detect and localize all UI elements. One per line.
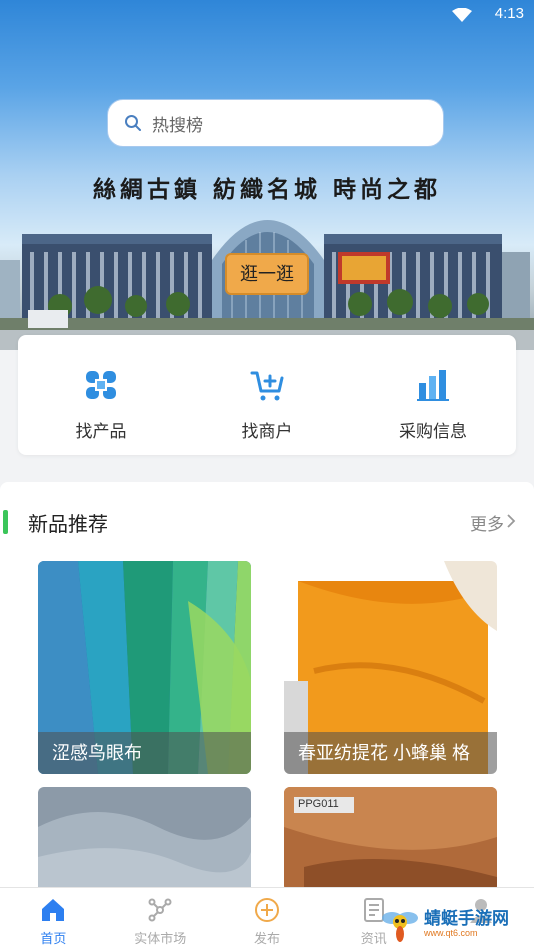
tab-publish[interactable]: 发布: [214, 888, 321, 949]
search-placeholder: 热搜榜: [152, 115, 203, 135]
tab-publish-label: 发布: [253, 931, 280, 946]
nav-find-products-label: 找产品: [75, 422, 127, 441]
hero-banner[interactable]: 4:13 热搜榜 絲綢古鎮 紡織名城 時尚之都 逛一逛: [0, 0, 534, 350]
product-card[interactable]: 涩感鸟眼布: [38, 561, 251, 774]
nav-find-merchants-label: 找商户: [241, 422, 293, 441]
nav-find-products[interactable]: 找产品: [18, 335, 184, 455]
wifi-icon: [452, 8, 472, 22]
tab-home[interactable]: 首页: [0, 888, 107, 949]
watermark-title: 蜻蜓手游网: [424, 909, 509, 928]
watermark-url: www.qt6.com: [424, 928, 478, 938]
status-bar: 4:13: [0, 0, 534, 30]
tab-market[interactable]: 实体市场: [107, 888, 214, 949]
banner-slogan: 絲綢古鎮 紡織名城 時尚之都: [92, 176, 441, 203]
nav-purchase-info-label: 采购信息: [399, 422, 467, 441]
search-icon: [125, 115, 141, 131]
status-time: 4:13: [494, 5, 524, 22]
product-card[interactable]: PPG011: [284, 787, 497, 892]
section-header: 新品推荐 更多: [0, 507, 534, 537]
tab-market-label: 实体市场: [134, 931, 187, 946]
new-products-section: 新品推荐 更多 涩感鸟眼布 春亚纺提花 小蜂巢 格 PPG011: [0, 482, 534, 892]
nav-find-merchants[interactable]: 找商户: [184, 335, 350, 455]
dragonfly-logo-icon: [382, 912, 418, 942]
chevron-right-icon[interactable]: [506, 513, 516, 529]
app-screen: 4:13 热搜榜 絲綢古鎮 紡織名城 時尚之都 逛一逛 找产品 找商户 采购信息…: [0, 0, 534, 949]
product-card[interactable]: 春亚纺提花 小蜂巢 格: [284, 561, 497, 774]
tab-home-label: 首页: [40, 931, 67, 946]
nav-purchase-info[interactable]: 采购信息: [350, 335, 516, 455]
bar-chart-icon: [417, 370, 449, 401]
watermark: 蜻蜓手游网 www.qt6.com: [380, 902, 530, 946]
more-link[interactable]: 更多: [470, 510, 504, 535]
product-caption: 涩感鸟眼布: [38, 732, 251, 774]
product-card[interactable]: [38, 787, 251, 892]
home-icon: [42, 899, 65, 921]
section-accent-bar: [3, 510, 8, 534]
plus-circle-icon: [254, 898, 279, 922]
explore-button[interactable]: 逛一逛: [225, 253, 309, 295]
network-icon: [148, 898, 172, 922]
grid-knot-icon: [86, 371, 116, 399]
cart-add-icon: [250, 371, 284, 401]
search-input[interactable]: 热搜榜: [107, 99, 444, 147]
quick-nav: 找产品 找商户 采购信息: [18, 335, 516, 455]
product-tag: PPG011: [298, 798, 339, 810]
section-title: 新品推荐: [28, 514, 108, 536]
product-image: [38, 787, 251, 892]
product-caption: 春亚纺提花 小蜂巢 格: [284, 732, 497, 774]
